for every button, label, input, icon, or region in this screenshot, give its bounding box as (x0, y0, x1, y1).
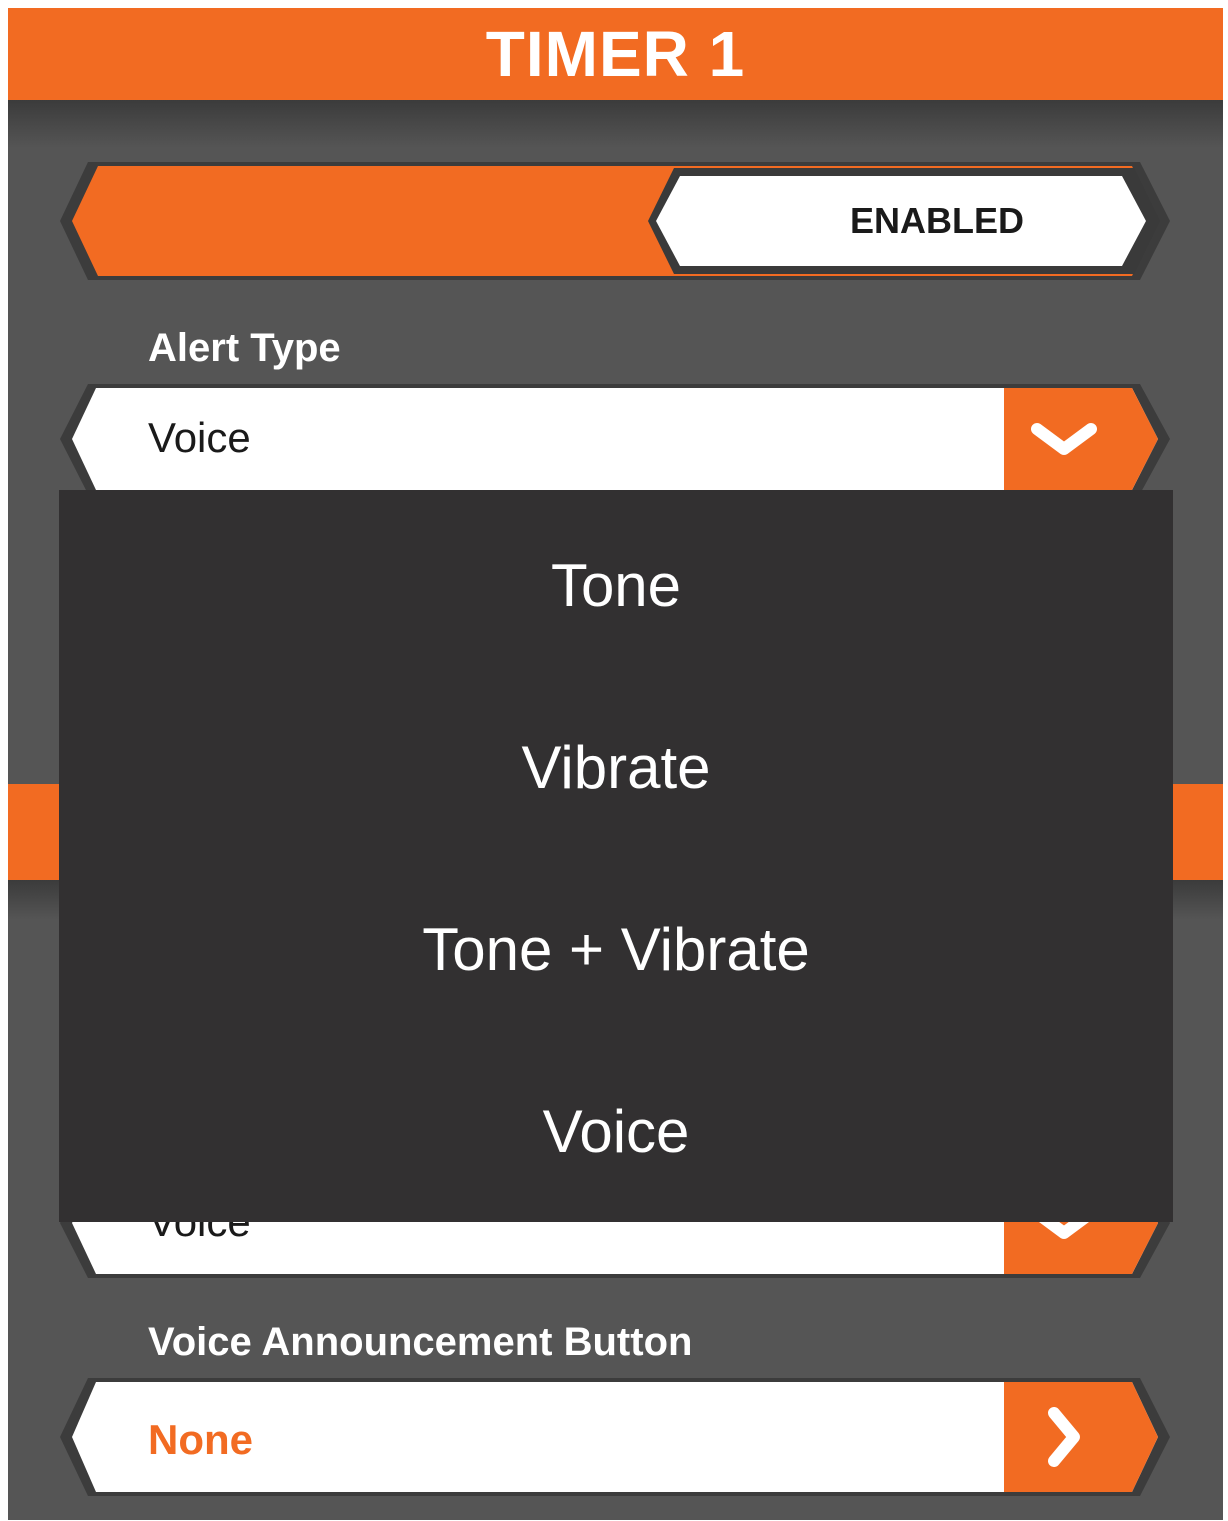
menu-option-voice[interactable]: Voice (59, 1096, 1173, 1166)
timer-screen: TIMER 1 ENABLED Alert Type Voice Voice A… (8, 8, 1223, 1520)
chevron-right-icon (1048, 1407, 1080, 1467)
alert-type-dropdown-button[interactable] (1004, 392, 1124, 486)
voice-announcement-label: Voice Announcement Button (148, 1320, 693, 1364)
menu-option-tone[interactable]: Tone (59, 550, 1173, 620)
toggle-state-label: ENABLED (849, 200, 1024, 241)
title-bar: TIMER 1 (8, 8, 1223, 100)
alert-type-dropdown-menu: Tone Vibrate Tone + Vibrate Voice (59, 490, 1173, 1222)
chevron-down-icon (1031, 423, 1097, 455)
alert-type-label: Alert Type (148, 326, 341, 370)
menu-option-tone-vibrate[interactable]: Tone + Vibrate (59, 914, 1173, 984)
page-title: TIMER 1 (485, 18, 746, 90)
alert-type-value: Voice (148, 414, 251, 461)
toggle-state-button[interactable]: ENABLED (656, 176, 1122, 266)
menu-option-vibrate[interactable]: Vibrate (59, 732, 1173, 802)
header-shadow (8, 100, 1223, 148)
voice-announcement-value: None (148, 1416, 253, 1463)
voice-announcement-open-button[interactable] (1004, 1386, 1124, 1488)
